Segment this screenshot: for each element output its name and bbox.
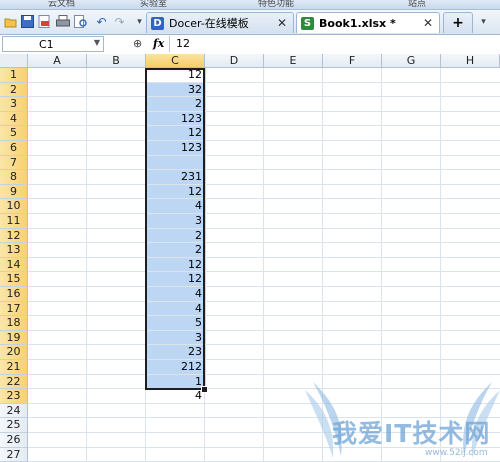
- row-header[interactable]: 7: [0, 155, 28, 171]
- plus-icon: +: [452, 15, 464, 31]
- zoom-icon[interactable]: ⊕: [133, 37, 142, 50]
- gridline: [28, 373, 500, 375]
- spreadsheet-icon: S: [301, 16, 314, 30]
- row-header[interactable]: 23: [0, 389, 28, 404]
- row-header[interactable]: 16: [0, 287, 28, 302]
- row-header[interactable]: 9: [0, 184, 28, 200]
- gridline: [28, 154, 500, 156]
- print-icon[interactable]: [55, 14, 70, 29]
- gridline: [28, 242, 500, 244]
- gridline: [28, 96, 500, 98]
- gridline: [28, 183, 500, 185]
- row-header[interactable]: 4: [0, 111, 28, 127]
- column-header[interactable]: F: [323, 54, 382, 68]
- save-icon[interactable]: [20, 14, 35, 29]
- column-header[interactable]: D: [205, 54, 264, 68]
- watermark-text: 我爱IT技术网: [332, 419, 491, 448]
- row-header[interactable]: 24: [0, 403, 28, 419]
- ribbon-group-lab[interactable]: 实验室: [140, 0, 167, 9]
- gridline: [28, 213, 500, 214]
- row-header[interactable]: 13: [0, 243, 28, 258]
- new-tab-button[interactable]: +: [443, 12, 473, 33]
- tab-book1[interactable]: S Book1.xlsx * ✕: [296, 12, 440, 33]
- formula-input[interactable]: 12: [169, 36, 500, 52]
- quick-access-toolbar: ↶ ↷ ▾ D Docer-在线模板 ✕ S Book1.xlsx * ✕ + …: [0, 10, 500, 35]
- row-header[interactable]: 6: [0, 141, 28, 156]
- row-header[interactable]: 12: [0, 228, 28, 244]
- gridline: [28, 110, 500, 112]
- gridline: [28, 344, 500, 346]
- undo-icon[interactable]: ↶: [94, 14, 109, 29]
- gridline: [28, 329, 500, 331]
- gridline: [28, 315, 500, 317]
- row-header[interactable]: 14: [0, 257, 28, 273]
- cell-reference: C1: [39, 38, 54, 51]
- row-header[interactable]: 27: [0, 447, 28, 462]
- row-header[interactable]: 1: [0, 68, 28, 83]
- gridline: [28, 81, 500, 83]
- watermark: 我爱IT技术网 www.52ij.com: [305, 378, 500, 462]
- row-header[interactable]: 10: [0, 199, 28, 214]
- select-all-corner[interactable]: [0, 54, 28, 68]
- row-header[interactable]: 26: [0, 433, 28, 448]
- selection-border: [145, 68, 205, 390]
- gridline: [28, 198, 500, 200]
- gridline: [28, 227, 500, 229]
- close-icon[interactable]: ✕: [423, 16, 433, 30]
- column-header[interactable]: E: [264, 54, 323, 68]
- ribbon-group-strip: 云文档 实验室 特色功能 站点: [0, 0, 500, 10]
- row-header[interactable]: 3: [0, 97, 28, 112]
- tab-label: Docer-在线模板: [169, 17, 249, 30]
- print-preview-icon[interactable]: [73, 14, 88, 29]
- row-header[interactable]: 15: [0, 272, 28, 287]
- row-header[interactable]: 21: [0, 360, 28, 375]
- chevron-down-icon[interactable]: ▼: [94, 38, 100, 47]
- column-header[interactable]: B: [87, 54, 146, 68]
- tab-list-chevron-down-icon[interactable]: ▾: [476, 14, 491, 29]
- row-header[interactable]: 18: [0, 316, 28, 331]
- gridline: [28, 286, 500, 287]
- gridline: [28, 140, 500, 141]
- ribbon-group-features[interactable]: 特色功能: [258, 0, 294, 9]
- fill-handle[interactable]: [201, 386, 208, 393]
- gridline: [28, 125, 500, 127]
- column-header[interactable]: C: [146, 54, 205, 68]
- row-header[interactable]: 11: [0, 214, 28, 229]
- row-header[interactable]: 25: [0, 418, 28, 433]
- tab-docer[interactable]: D Docer-在线模板 ✕: [146, 12, 294, 33]
- column-header[interactable]: H: [441, 54, 500, 68]
- gridline: [28, 256, 500, 258]
- formula-bar: C1 ▼ ⊕ fx 12: [0, 35, 500, 55]
- docer-icon: D: [151, 16, 164, 30]
- row-header[interactable]: 19: [0, 330, 28, 346]
- tab-label: Book1.xlsx *: [319, 16, 396, 30]
- gridline: [28, 359, 500, 360]
- column-header[interactable]: A: [28, 54, 87, 68]
- row-header[interactable]: 5: [0, 126, 28, 141]
- ribbon-group-sites[interactable]: 站点: [408, 0, 426, 9]
- name-box[interactable]: C1 ▼: [2, 36, 104, 52]
- function-icon[interactable]: fx: [153, 37, 164, 50]
- row-header[interactable]: 17: [0, 301, 28, 317]
- cell-c23[interactable]: 4: [147, 389, 204, 404]
- export-pdf-icon[interactable]: [37, 14, 52, 29]
- row-header[interactable]: 22: [0, 374, 28, 390]
- ribbon-group-cloud-docs[interactable]: 云文档: [48, 0, 75, 9]
- row-header[interactable]: 8: [0, 170, 28, 185]
- redo-icon[interactable]: ↷: [112, 14, 127, 29]
- row-header[interactable]: 20: [0, 345, 28, 360]
- column-header[interactable]: G: [382, 54, 441, 68]
- watermark-url: www.52ij.com: [425, 448, 488, 458]
- gridline: [28, 300, 500, 302]
- row-header[interactable]: 2: [0, 82, 28, 98]
- gridline: [28, 169, 500, 171]
- customize-icon[interactable]: ▾: [132, 14, 147, 29]
- close-icon[interactable]: ✕: [277, 16, 287, 30]
- gridline: [28, 271, 500, 273]
- open-icon[interactable]: [3, 14, 18, 29]
